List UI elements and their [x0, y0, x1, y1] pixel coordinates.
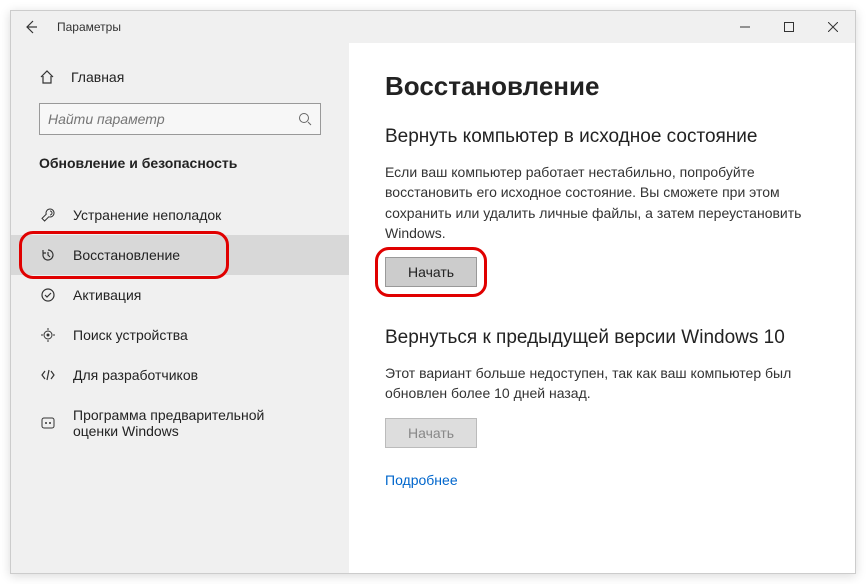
nav-troubleshoot[interactable]: Устранение неполадок	[11, 195, 349, 235]
title-bar: Параметры	[11, 11, 855, 43]
close-button[interactable]	[811, 11, 855, 43]
home-link[interactable]: Главная	[11, 61, 349, 93]
check-circle-icon	[39, 287, 57, 303]
nav-list: Устранение неполадок Восстановление Акти…	[11, 195, 349, 451]
code-icon	[39, 367, 57, 383]
reset-heading: Вернуть компьютер в исходное состояние	[385, 126, 819, 148]
search-box[interactable]	[39, 103, 321, 135]
minimize-button[interactable]	[723, 11, 767, 43]
window-title: Параметры	[57, 20, 723, 34]
insider-icon	[39, 415, 57, 431]
nav-label: Восстановление	[73, 247, 180, 263]
rollback-heading: Вернуться к предыдущей версии Windows 10	[385, 327, 819, 349]
page-title: Восстановление	[385, 71, 819, 102]
nav-insider[interactable]: Программа предварительной оценки Windows	[11, 395, 349, 451]
nav-label: Программа предварительной оценки Windows	[73, 407, 313, 439]
content-area: Главная Обновление и безопасность Устран…	[11, 43, 855, 573]
reset-text: Если ваш компьютер работает нестабильно,…	[385, 162, 819, 243]
search-input[interactable]	[48, 111, 298, 127]
nav-find-device[interactable]: Поиск устройства	[11, 315, 349, 355]
nav-label: Активация	[73, 287, 141, 303]
home-label: Главная	[71, 69, 124, 85]
history-icon	[39, 247, 57, 263]
reset-button-wrap: Начать	[385, 257, 477, 287]
learn-more-link[interactable]: Подробнее	[385, 472, 819, 488]
home-icon	[39, 69, 55, 85]
rollback-section: Вернуться к предыдущей версии Windows 10…	[385, 327, 819, 488]
search-icon	[298, 112, 312, 126]
reset-start-button[interactable]: Начать	[385, 257, 477, 287]
close-icon	[828, 22, 838, 32]
nav-label: Для разработчиков	[73, 367, 198, 383]
nav-label: Поиск устройства	[73, 327, 188, 343]
maximize-button[interactable]	[767, 11, 811, 43]
minimize-icon	[740, 22, 750, 32]
nav-recovery[interactable]: Восстановление	[11, 235, 349, 275]
section-label: Обновление и безопасность	[11, 149, 349, 185]
search-container	[11, 93, 349, 149]
nav-activation[interactable]: Активация	[11, 275, 349, 315]
nav-label: Устранение неполадок	[73, 207, 221, 223]
back-button[interactable]	[11, 11, 51, 43]
rollback-start-button: Начать	[385, 418, 477, 448]
rollback-text: Этот вариант больше недоступен, так как …	[385, 363, 819, 404]
main-panel: Восстановление Вернуть компьютер в исход…	[349, 43, 855, 573]
arrow-left-icon	[23, 19, 39, 35]
maximize-icon	[784, 22, 794, 32]
reset-section: Вернуть компьютер в исходное состояние Е…	[385, 126, 819, 287]
wrench-icon	[39, 207, 57, 223]
nav-developers[interactable]: Для разработчиков	[11, 355, 349, 395]
settings-window: Параметры Главная	[10, 10, 856, 574]
window-controls	[723, 11, 855, 43]
location-icon	[39, 327, 57, 343]
sidebar: Главная Обновление и безопасность Устран…	[11, 43, 349, 573]
